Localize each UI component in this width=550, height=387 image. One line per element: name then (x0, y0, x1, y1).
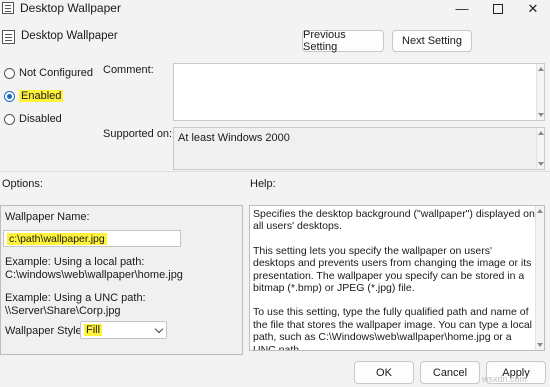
wallpaper-style-label: Wallpaper Style: (5, 325, 85, 337)
scroll-down-icon[interactable] (537, 343, 543, 347)
close-button[interactable]: ✕ (518, 0, 548, 17)
policy-name: Desktop Wallpaper (21, 30, 118, 42)
help-paragraph: This setting lets you specify the wallpa… (253, 244, 532, 295)
wallpaper-style-select[interactable]: Fill (80, 321, 167, 339)
comment-scrollbar[interactable] (536, 64, 544, 120)
help-paragraph: To use this setting, type the fully qual… (253, 306, 533, 351)
section-divider (0, 171, 550, 172)
help-panel: Specifies the desktop background ("wallp… (249, 205, 545, 351)
wallpaper-style-value: Fill (84, 324, 103, 336)
radio-not-configured[interactable]: Not Configured (4, 67, 93, 79)
cancel-button[interactable]: Cancel (420, 361, 480, 384)
local-path-example-label: Example: Using a local path: (5, 256, 145, 268)
unc-path-example-label: Example: Using a UNC path: (5, 292, 146, 304)
maximize-icon (493, 3, 503, 14)
local-path-example: C:\windows\web\wallpaper\home.jpg (5, 269, 183, 281)
radio-circle[interactable] (4, 67, 15, 79)
scroll-down-icon[interactable] (538, 113, 544, 117)
maximize-button[interactable] (483, 0, 513, 17)
scroll-down-icon[interactable] (538, 162, 544, 166)
next-setting-button[interactable]: Next Setting (392, 30, 472, 52)
window-title: Desktop Wallpaper (20, 1, 121, 15)
radio-label: Enabled (19, 90, 64, 102)
radio-disabled[interactable]: Disabled (4, 113, 62, 125)
radio-label: Disabled (19, 113, 62, 125)
help-paragraph: Specifies the desktop background ("wallp… (253, 208, 535, 233)
scroll-up-icon[interactable] (538, 67, 544, 71)
comment-label: Comment: (103, 64, 154, 76)
previous-setting-button[interactable]: Previous Setting (302, 29, 384, 53)
comment-textarea[interactable] (173, 63, 545, 121)
policy-icon (2, 30, 15, 44)
help-text: Specifies the desktop background ("wallp… (253, 208, 535, 351)
help-scrollbar[interactable] (535, 206, 544, 350)
watermark-text: wsxdn.com (482, 374, 528, 384)
radio-circle[interactable] (4, 113, 15, 125)
options-heading: Options: (2, 178, 43, 190)
unc-path-example: \\Server\Share\Corp.jpg (5, 305, 121, 317)
supported-on-label: Supported on: (103, 128, 173, 140)
wallpaper-name-value: c:\path\wallpaper.jpg (7, 233, 107, 245)
supported-on-value: At least Windows 2000 (178, 132, 290, 144)
ok-button[interactable]: OK (354, 361, 414, 384)
wallpaper-name-input[interactable]: c:\path\wallpaper.jpg (3, 230, 181, 247)
radio-label: Not Configured (19, 67, 93, 79)
wallpaper-name-label: Wallpaper Name: (5, 211, 90, 223)
title-bar: Desktop Wallpaper — ✕ (0, 0, 550, 17)
help-heading: Help: (250, 178, 276, 190)
radio-enabled[interactable]: Enabled (4, 90, 64, 102)
scroll-up-icon[interactable] (537, 209, 543, 213)
supported-scrollbar[interactable] (536, 128, 544, 169)
minimize-button[interactable]: — (447, 0, 477, 17)
supported-on-field: At least Windows 2000 (173, 127, 545, 170)
scroll-up-icon[interactable] (538, 131, 544, 135)
policy-app-icon (2, 2, 14, 14)
chevron-down-icon (154, 324, 164, 334)
radio-circle-selected[interactable] (4, 90, 15, 102)
